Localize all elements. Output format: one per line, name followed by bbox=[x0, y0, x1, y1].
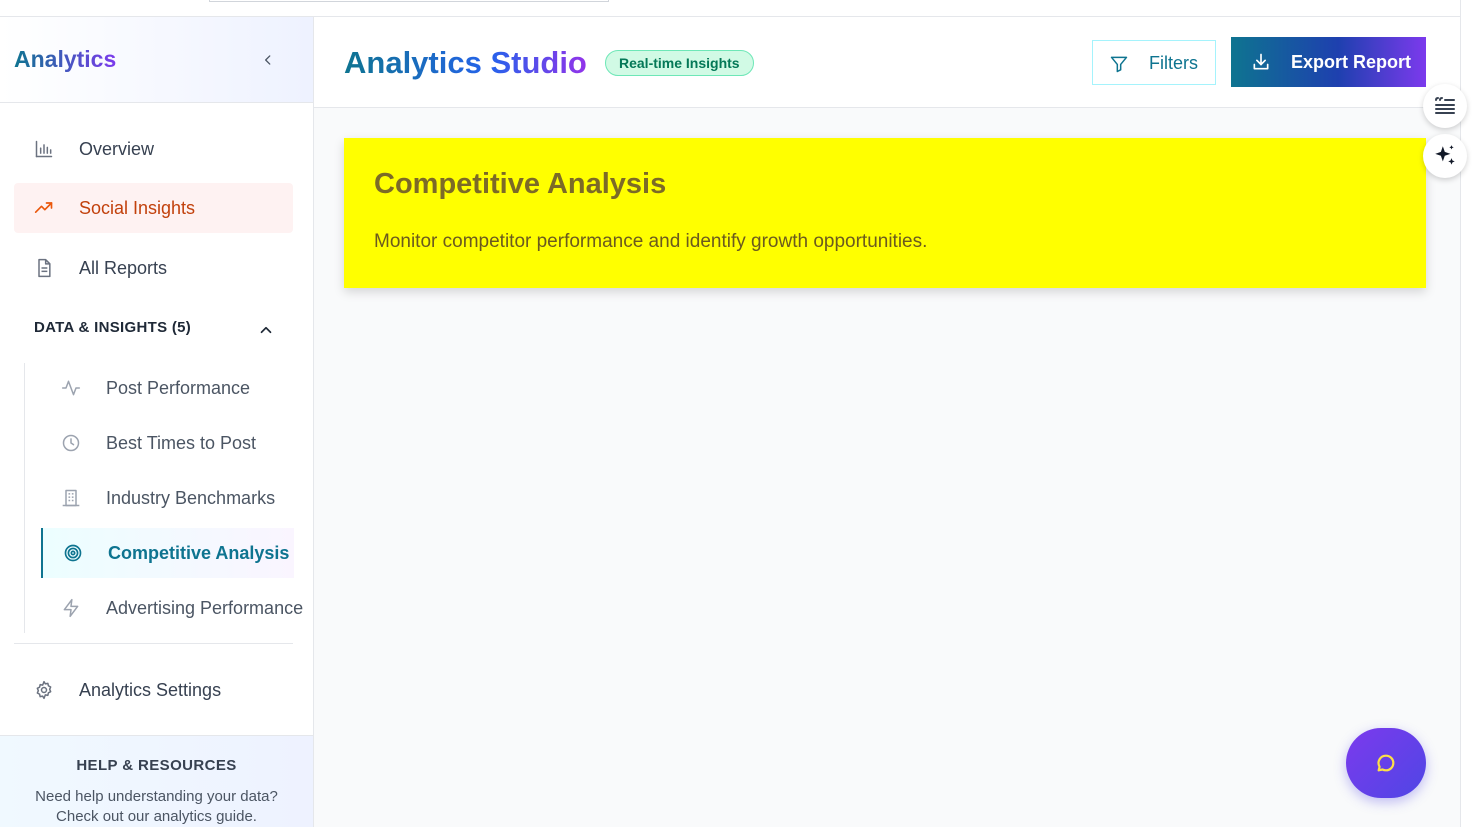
filter-icon bbox=[1109, 54, 1129, 74]
sidebar-header: Analytics bbox=[0, 17, 313, 103]
sidebar-divider bbox=[14, 643, 293, 644]
download-icon bbox=[1251, 52, 1271, 72]
chevron-left-icon bbox=[265, 55, 271, 65]
help-heading: HELP & RESOURCES bbox=[76, 757, 237, 774]
page-title: Analytics Studio bbox=[344, 45, 587, 80]
activity-icon bbox=[61, 378, 81, 398]
sidebar-item-social-insights[interactable]: Social Insights bbox=[14, 183, 293, 233]
section-label: DATA & INSIGHTS (5) bbox=[34, 319, 192, 336]
quote-tool-button[interactable] bbox=[1423, 84, 1467, 128]
sidebar-item-post-performance[interactable]: Post Performance bbox=[41, 363, 294, 413]
section-toggle-data-insights[interactable]: DATA & INSIGHTS (5) bbox=[34, 319, 279, 341]
help-text: Need help understanding your data? Check… bbox=[0, 787, 313, 827]
sidebar-item-label: Analytics Settings bbox=[79, 680, 222, 700]
sidebar-item-label: All Reports bbox=[79, 258, 168, 278]
ai-assist-button[interactable] bbox=[1423, 134, 1467, 178]
right-rail bbox=[1460, 0, 1472, 827]
bolt-icon bbox=[61, 598, 81, 618]
sidebar-item-label: Best Times to Post bbox=[106, 433, 257, 453]
clock-icon bbox=[61, 433, 81, 453]
sidebar-item-overview[interactable]: Overview bbox=[14, 124, 293, 174]
main-content: Competitive Analysis Monitor competitor … bbox=[314, 108, 1460, 827]
sidebar-item-label: Advertising Performance bbox=[106, 598, 304, 618]
status-badge: Real-time Insights bbox=[605, 50, 754, 76]
quote-list-icon bbox=[1435, 97, 1455, 114]
sidebar-item-analytics-settings[interactable]: Analytics Settings bbox=[14, 665, 293, 715]
trending-up-icon bbox=[34, 198, 54, 218]
card-description: Monitor competitor performance and ident… bbox=[374, 231, 928, 252]
sidebar: Analytics Overview Social Insights All R… bbox=[0, 17, 314, 827]
competitive-analysis-card: Competitive Analysis Monitor competitor … bbox=[344, 138, 1426, 288]
gear-icon bbox=[34, 680, 54, 700]
sidebar-item-advertising-performance[interactable]: Advertising Performance bbox=[41, 583, 303, 633]
sparkle-icon bbox=[1435, 145, 1455, 165]
building-icon bbox=[61, 488, 81, 508]
document-icon bbox=[34, 258, 54, 278]
card-title: Competitive Analysis bbox=[374, 168, 667, 200]
address-bar[interactable] bbox=[209, 0, 609, 2]
sidebar-item-label: Post Performance bbox=[106, 378, 251, 398]
sidebar-item-best-times[interactable]: Best Times to Post bbox=[41, 418, 294, 468]
sidebar-item-label: Social Insights bbox=[79, 198, 196, 218]
sidebar-item-all-reports[interactable]: All Reports bbox=[14, 243, 293, 293]
bar-chart-icon bbox=[34, 139, 54, 159]
export-label: Export Report bbox=[1291, 52, 1412, 72]
filters-button[interactable]: Filters bbox=[1092, 40, 1216, 85]
sidebar-title: Analytics bbox=[14, 46, 117, 72]
sub-nav-list: Post Performance Best Times to Post Indu… bbox=[24, 363, 314, 633]
page-header: Analytics Studio Real-time Insights Filt… bbox=[314, 17, 1460, 108]
help-resources-panel: HELP & RESOURCES Need help understanding… bbox=[0, 735, 313, 827]
chat-bubble-icon bbox=[1377, 754, 1395, 772]
sidebar-item-competitive-analysis[interactable]: Competitive Analysis bbox=[41, 528, 294, 578]
browser-top-strip bbox=[0, 0, 1460, 17]
sidebar-item-industry-benchmarks[interactable]: Industry Benchmarks bbox=[41, 473, 294, 523]
sidebar-item-label: Overview bbox=[79, 139, 155, 159]
sidebar-item-label: Competitive Analysis bbox=[108, 543, 290, 563]
chat-button[interactable] bbox=[1346, 728, 1426, 798]
help-line-2: Check out our analytics guide. bbox=[56, 808, 257, 825]
help-line-1: Need help understanding your data? bbox=[35, 788, 278, 805]
export-report-button[interactable]: Export Report bbox=[1231, 37, 1426, 87]
chevron-up-icon bbox=[257, 321, 275, 339]
sidebar-item-label: Industry Benchmarks bbox=[106, 488, 276, 508]
collapse-sidebar-button[interactable] bbox=[257, 49, 279, 71]
target-icon bbox=[63, 543, 83, 563]
filters-label: Filters bbox=[1149, 53, 1198, 73]
